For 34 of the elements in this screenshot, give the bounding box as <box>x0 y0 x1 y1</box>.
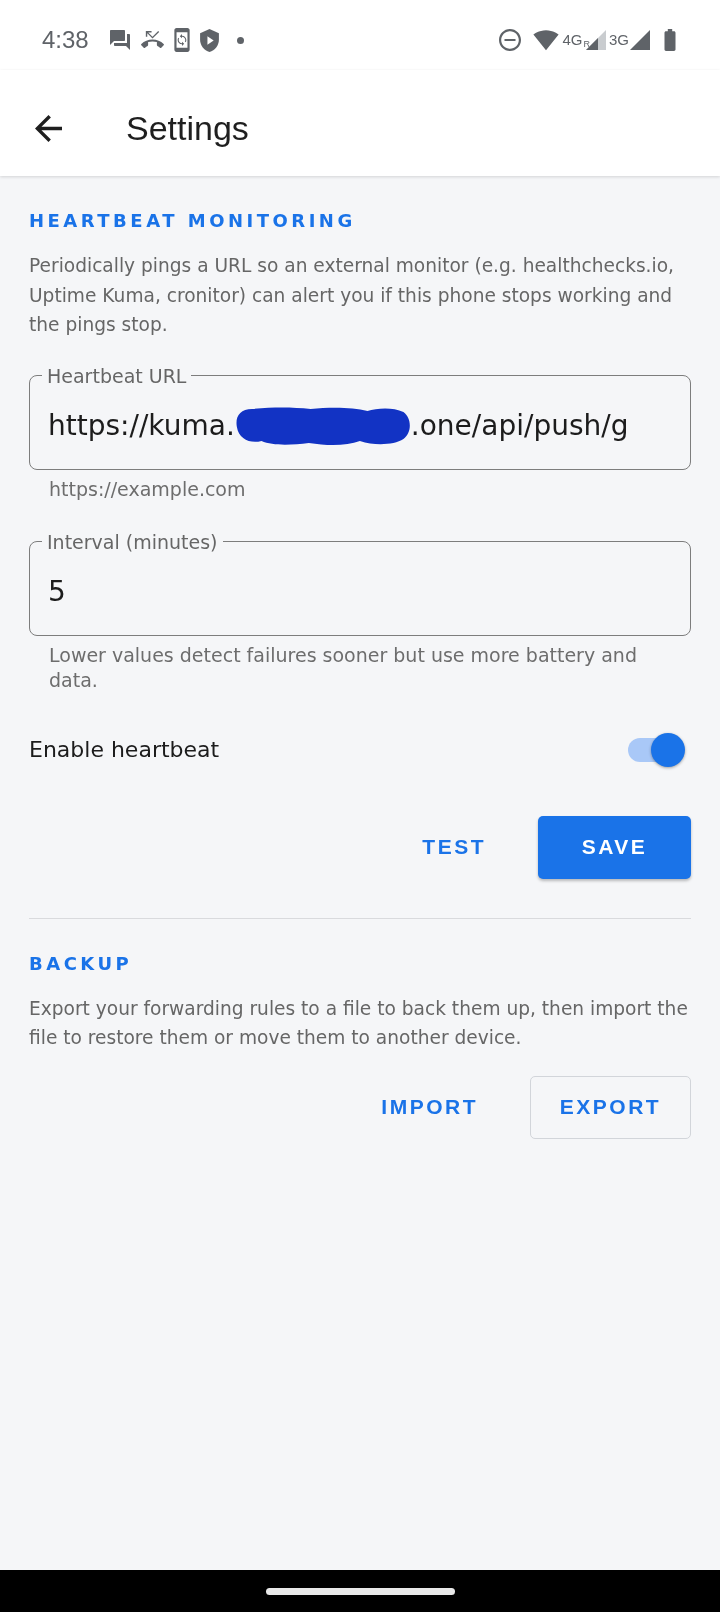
field-value: 5 <box>48 573 66 610</box>
helper-text: Lower values detect failures sooner but use more battery and data. <box>48 642 638 693</box>
helper-text: https://example.com <box>48 476 247 502</box>
missed-call-icon <box>140 30 164 50</box>
field-value: .one/api/push/g <box>410 407 629 444</box>
field-label: Heartbeat URL <box>46 364 188 387</box>
network-type-label: 3G <box>609 31 629 49</box>
wifi-icon <box>533 29 560 51</box>
primary-button[interactable]: SAVE <box>538 815 691 879</box>
text-button[interactable]: IMPORT <box>359 1075 500 1139</box>
cellular-signal-icon <box>630 30 650 50</box>
section-description: Export your forwarding rules to a file to back them up, then import the file to restore them or move them to another device. <box>29 996 689 1050</box>
phone-sync-icon <box>173 28 190 52</box>
chat-bubbles-icon <box>108 29 131 51</box>
field-label: Interval (minutes) <box>46 530 219 553</box>
screen-title: Settings <box>126 108 249 148</box>
back-arrow-icon <box>34 114 62 142</box>
toggle-switch[interactable] <box>628 731 686 768</box>
section-description: Periodically pings a URL so an external monitor (e.g. healthchecks.io, Uptime Kuma, cronitor) can alert you if this phone stops working and the pings stop. <box>29 254 675 337</box>
gesture-handle[interactable] <box>265 1587 455 1595</box>
status-time: 4:38 <box>42 26 89 54</box>
battery-icon <box>663 29 677 51</box>
roaming-label: R <box>583 39 590 49</box>
do-not-disturb-icon <box>499 29 522 51</box>
outlined-button[interactable]: EXPORT <box>530 1075 691 1139</box>
section-heading: HEARTBEAT MONITORING <box>29 209 357 233</box>
network-type-label: 4G <box>562 31 583 49</box>
section-heading: BACKUP <box>29 951 134 976</box>
field-value: https://kuma. <box>48 407 235 444</box>
notification-dot-icon <box>236 36 244 44</box>
text-button[interactable]: TEST <box>400 815 508 879</box>
shield-play-icon <box>199 28 219 52</box>
cellular-signal-icon <box>586 30 606 50</box>
toggle-label: Enable heartbeat <box>29 735 220 764</box>
